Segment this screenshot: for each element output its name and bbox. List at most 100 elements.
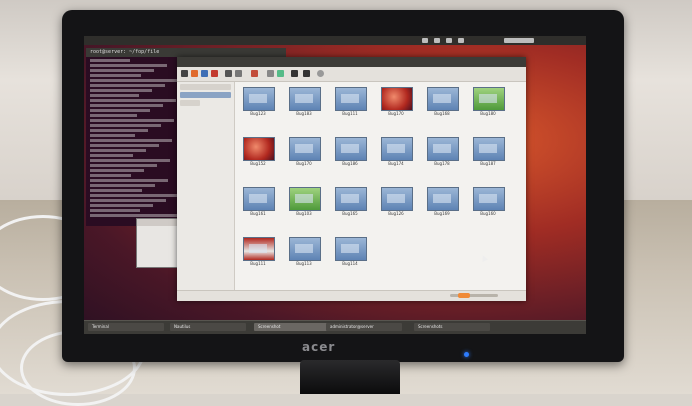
image-thumbnail-icon: [243, 237, 275, 261]
folder-icon[interactable]: [201, 70, 208, 77]
image-thumbnail-icon: [473, 187, 505, 211]
home-icon[interactable]: [191, 70, 198, 77]
file-item[interactable]: Bug180: [467, 87, 509, 131]
image-thumbnail-icon: [335, 187, 367, 211]
terminal-text-line: [90, 89, 152, 92]
file-name-label: Bug168: [434, 111, 450, 116]
file-item[interactable]: Bug160: [467, 187, 509, 231]
image-thumbnail-icon: [335, 87, 367, 111]
terminal-text-line: [90, 79, 178, 82]
file-item[interactable]: Bug113: [283, 237, 325, 281]
file-item[interactable]: Bug103: [283, 187, 325, 231]
file-item[interactable]: Bug174: [375, 137, 417, 181]
file-name-label: Bug183: [296, 111, 312, 116]
back-button-icon[interactable]: [181, 70, 188, 77]
file-item[interactable]: Bug123: [237, 87, 279, 131]
tool-icon[interactable]: [303, 70, 310, 77]
stop-icon[interactable]: [211, 70, 218, 77]
terminal-text-line: [90, 94, 139, 97]
image-thumbnail-icon: [289, 137, 321, 161]
indicator-icon[interactable]: [434, 38, 440, 43]
terminal-text-line: [90, 114, 137, 117]
terminal-text-line: [90, 204, 153, 207]
file-name-label: Bug165: [342, 211, 358, 216]
sidebar-item-selected[interactable]: [180, 92, 231, 98]
taskbar-item[interactable]: Screenshots: [414, 323, 490, 331]
file-manager-window[interactable]: Bug123 Bug183 Bug111 Bug170 Bug168 Bug180 Bug1…: [177, 57, 526, 301]
image-thumbnail-icon: [335, 237, 367, 261]
taskbar-item[interactable]: Terminal: [88, 323, 164, 331]
file-manager-titlebar[interactable]: [177, 57, 526, 67]
file-item[interactable]: Bug111: [329, 87, 371, 131]
terminal-text-line: [90, 119, 174, 122]
file-item[interactable]: Bug168: [421, 87, 463, 131]
terminal-text-line: [90, 154, 133, 157]
terminal-text-line: [90, 149, 146, 152]
file-item[interactable]: Bug186: [329, 137, 371, 181]
indicator-icon[interactable]: [446, 38, 452, 43]
sidebar-item[interactable]: [180, 100, 200, 106]
image-thumbnail-icon: [243, 87, 275, 111]
terminal-text-line: [90, 184, 155, 187]
file-item[interactable]: Bug183: [283, 87, 325, 131]
terminal-title: root@server: ~/fop/file: [86, 48, 286, 57]
tool-icon[interactable]: [291, 70, 298, 77]
file-item[interactable]: Bug126: [375, 187, 417, 231]
file-item[interactable]: Bug152: [237, 137, 279, 181]
file-item[interactable]: Bug114: [329, 237, 371, 281]
file-name-label: Bug123: [250, 111, 266, 116]
file-item[interactable]: Bug161: [237, 187, 279, 231]
zoom-knob[interactable]: [458, 293, 470, 298]
file-item[interactable]: Bug178: [421, 137, 463, 181]
tool-icon[interactable]: [251, 70, 258, 77]
terminal-text-line: [90, 99, 176, 102]
indicator-icon[interactable]: [422, 38, 428, 43]
file-name-label: Bug152: [250, 161, 266, 166]
taskbar: Terminal Nautilus Screenshot administrator@…: [84, 320, 586, 334]
file-item[interactable]: Bug111: [237, 237, 279, 281]
settings-icon[interactable]: [235, 70, 242, 77]
terminal-text-line: [90, 214, 177, 217]
taskbar-item[interactable]: Nautilus: [170, 323, 246, 331]
file-item[interactable]: Bug170: [283, 137, 325, 181]
taskbar-item[interactable]: administrator@server: [326, 323, 402, 331]
terminal-text-line: [90, 64, 167, 67]
image-thumbnail-icon: [289, 187, 321, 211]
desktop-screen: root@server: ~/fop/file Bug123 Bug183 Bug1…: [84, 36, 586, 334]
file-item[interactable]: Bug169: [421, 187, 463, 231]
file-name-label: Bug161: [250, 211, 266, 216]
file-item[interactable]: Bug170: [375, 87, 417, 131]
image-thumbnail-icon: [381, 137, 413, 161]
file-name-label: Bug180: [480, 111, 496, 116]
terminal-text-line: [90, 129, 148, 132]
file-name-label: Bug126: [388, 211, 404, 216]
file-name-label: Bug113: [296, 261, 312, 266]
monitor-stand: [300, 360, 400, 394]
file-item[interactable]: Bug187: [467, 137, 509, 181]
tool-icon[interactable]: [277, 70, 284, 77]
file-item[interactable]: Bug165: [329, 187, 371, 231]
sidebar-item[interactable]: [180, 84, 231, 90]
terminal-text-line: [90, 104, 163, 107]
help-icon[interactable]: [317, 70, 324, 77]
terminal-text-line: [90, 189, 142, 192]
image-thumbnail-icon: [381, 87, 413, 111]
image-thumbnail-icon: [289, 87, 321, 111]
terminal-text-line: [90, 144, 159, 147]
file-name-label: Bug169: [434, 211, 450, 216]
terminal-text-line: [90, 134, 135, 137]
clock[interactable]: [504, 38, 534, 43]
image-thumbnail-icon: [427, 137, 459, 161]
terminal-text-line: [90, 84, 165, 87]
indicator-icon[interactable]: [458, 38, 464, 43]
terminal-text-line: [90, 209, 140, 212]
terminal-text-line: [90, 169, 144, 172]
taskbar-item[interactable]: Screenshot: [254, 323, 330, 331]
image-thumbnail-icon: [381, 187, 413, 211]
zoom-slider[interactable]: [450, 293, 498, 298]
tool-icon[interactable]: [267, 70, 274, 77]
view-icon[interactable]: [225, 70, 232, 77]
file-name-label: Bug111: [342, 111, 358, 116]
terminal-text-line: [90, 59, 130, 62]
monitor-brand-logo: acer: [302, 340, 336, 354]
